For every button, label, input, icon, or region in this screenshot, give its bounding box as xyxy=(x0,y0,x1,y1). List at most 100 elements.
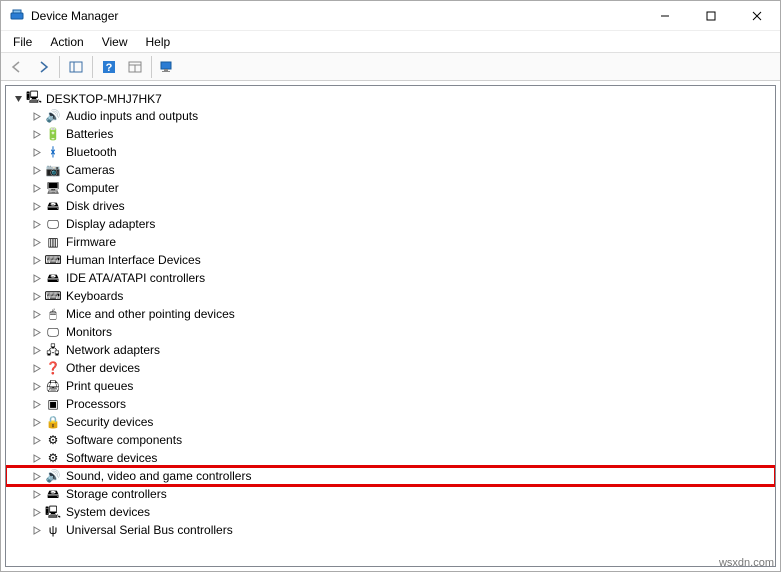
tree-node-label: Display adapters xyxy=(64,215,155,233)
chevron-right-icon[interactable] xyxy=(30,488,42,500)
window-title: Device Manager xyxy=(31,9,118,23)
tree-node[interactable]: 🖨Print queues xyxy=(6,377,775,395)
tree-node[interactable]: 🔊Sound, video and game controllers xyxy=(6,467,775,485)
tree-node-label: Bluetooth xyxy=(64,143,117,161)
tree-node-label: Other devices xyxy=(64,359,140,377)
chevron-right-icon[interactable] xyxy=(30,506,42,518)
tree-node[interactable]: 🔒Security devices xyxy=(6,413,775,431)
menu-file[interactable]: File xyxy=(5,34,40,50)
chevron-right-icon[interactable] xyxy=(30,290,42,302)
tree-node[interactable]: 🔋Batteries xyxy=(6,125,775,143)
tree-node-label: Processors xyxy=(64,395,126,413)
tree-node[interactable]: 🖴IDE ATA/ATAPI controllers xyxy=(6,269,775,287)
chevron-right-icon[interactable] xyxy=(30,434,42,446)
chevron-right-icon[interactable] xyxy=(30,200,42,212)
chevron-down-icon[interactable] xyxy=(12,93,24,105)
tree-node[interactable]: 🖵Monitors xyxy=(6,323,775,341)
scan-hardware-button[interactable] xyxy=(123,55,147,79)
devices-button[interactable] xyxy=(156,55,180,79)
tree-node[interactable]: 🔊Audio inputs and outputs xyxy=(6,107,775,125)
tree-node-label: Universal Serial Bus controllers xyxy=(64,521,233,539)
sound-icon: 🔊 xyxy=(45,468,61,484)
tree-node-label: Security devices xyxy=(64,413,153,431)
show-hide-tree-button[interactable] xyxy=(64,55,88,79)
tree-node[interactable]: 🖱Mice and other pointing devices xyxy=(6,305,775,323)
tree-node[interactable]: 🖥Computer xyxy=(6,179,775,197)
chevron-right-icon[interactable] xyxy=(30,218,42,230)
chevron-right-icon[interactable] xyxy=(30,128,42,140)
tree-node-label: Audio inputs and outputs xyxy=(64,107,198,125)
toolbar: ? xyxy=(1,53,780,81)
computer-icon: 🖥 xyxy=(45,180,61,196)
chevron-right-icon[interactable] xyxy=(30,380,42,392)
tree-node[interactable]: ▣Processors xyxy=(6,395,775,413)
back-button[interactable] xyxy=(5,55,29,79)
tree-node[interactable]: ⌨Keyboards xyxy=(6,287,775,305)
menu-view[interactable]: View xyxy=(94,34,136,50)
chevron-right-icon[interactable] xyxy=(30,470,42,482)
camera-icon: 📷 xyxy=(45,162,61,178)
menu-action[interactable]: Action xyxy=(42,34,91,50)
minimize-button[interactable] xyxy=(642,1,688,31)
tree-node-label: Print queues xyxy=(64,377,133,395)
tree-node[interactable]: 📷Cameras xyxy=(6,161,775,179)
chevron-right-icon[interactable] xyxy=(30,164,42,176)
tree-node[interactable]: ⚙Software components xyxy=(6,431,775,449)
storage-icon: 🖴 xyxy=(45,486,61,502)
tree-node[interactable]: 🖴Storage controllers xyxy=(6,485,775,503)
system-icon: 🖳 xyxy=(45,504,61,520)
chevron-right-icon[interactable] xyxy=(30,182,42,194)
tree-node[interactable]: ❓Other devices xyxy=(6,359,775,377)
titlebar: Device Manager xyxy=(1,1,780,31)
processor-icon: ▣ xyxy=(45,396,61,412)
chevron-right-icon[interactable] xyxy=(30,146,42,158)
tree-node-label: Sound, video and game controllers xyxy=(64,467,251,485)
help-button[interactable]: ? xyxy=(97,55,121,79)
close-button[interactable] xyxy=(734,1,780,31)
tree-node[interactable]: ᚼBluetooth xyxy=(6,143,775,161)
firmware-icon: ▥ xyxy=(45,234,61,250)
tree-node-label: Network adapters xyxy=(64,341,160,359)
maximize-button[interactable] xyxy=(688,1,734,31)
tree-node[interactable]: 🖴Disk drives xyxy=(6,197,775,215)
tree-node[interactable]: ⌨Human Interface Devices xyxy=(6,251,775,269)
chevron-right-icon[interactable] xyxy=(30,524,42,536)
tree-node-label: Disk drives xyxy=(64,197,125,215)
chevron-right-icon[interactable] xyxy=(30,452,42,464)
security-icon: 🔒 xyxy=(45,414,61,430)
forward-button[interactable] xyxy=(31,55,55,79)
chevron-right-icon[interactable] xyxy=(30,416,42,428)
chevron-right-icon[interactable] xyxy=(30,272,42,284)
chevron-right-icon[interactable] xyxy=(30,254,42,266)
tree-node[interactable]: 🖳System devices xyxy=(6,503,775,521)
network-icon: 🖧 xyxy=(45,342,61,358)
tree-node[interactable]: ψUniversal Serial Bus controllers xyxy=(6,521,775,539)
printer-icon: 🖨 xyxy=(45,378,61,394)
tree-node[interactable]: 🖵Display adapters xyxy=(6,215,775,233)
chevron-right-icon[interactable] xyxy=(30,344,42,356)
toolbar-separator xyxy=(151,56,152,78)
chevron-right-icon[interactable] xyxy=(30,362,42,374)
battery-icon: 🔋 xyxy=(45,126,61,142)
tree-node-label: Monitors xyxy=(64,323,112,341)
tree-root-label: DESKTOP-MHJ7HK7 xyxy=(44,92,162,106)
chevron-right-icon[interactable] xyxy=(30,326,42,338)
tree-node-label: Software devices xyxy=(64,449,157,467)
bluetooth-icon: ᚼ xyxy=(45,144,61,160)
chevron-right-icon[interactable] xyxy=(30,236,42,248)
svg-text:?: ? xyxy=(106,62,113,74)
tree-node[interactable]: ▥Firmware xyxy=(6,233,775,251)
tree-node[interactable]: 🖧Network adapters xyxy=(6,341,775,359)
tree-root-row[interactable]: 🖳 DESKTOP-MHJ7HK7 xyxy=(6,90,775,107)
menubar: File Action View Help xyxy=(1,31,780,53)
menu-help[interactable]: Help xyxy=(138,34,179,50)
device-tree[interactable]: 🖳 DESKTOP-MHJ7HK7 🔊Audio inputs and outp… xyxy=(5,85,776,567)
monitor-icon: 🖵 xyxy=(45,324,61,340)
tree-node-label: Human Interface Devices xyxy=(64,251,201,269)
chevron-right-icon[interactable] xyxy=(30,398,42,410)
tree-node[interactable]: ⚙Software devices xyxy=(6,449,775,467)
chevron-right-icon[interactable] xyxy=(30,110,42,122)
computer-root-icon: 🖳 xyxy=(26,91,42,107)
chevron-right-icon[interactable] xyxy=(30,308,42,320)
mouse-icon: 🖱 xyxy=(45,306,61,322)
